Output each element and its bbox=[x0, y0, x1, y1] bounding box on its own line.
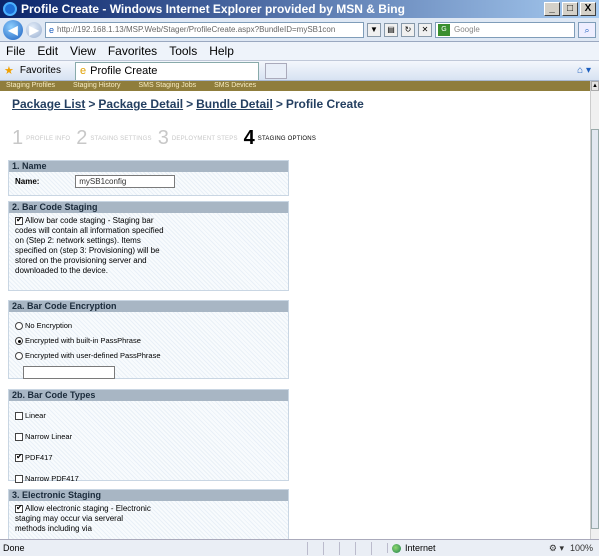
narrow-pdf417-label: Narrow PDF417 bbox=[25, 474, 79, 484]
compatibility-view-icon[interactable]: ▤ bbox=[384, 22, 398, 37]
window-title-bar: Profile Create - Windows Internet Explor… bbox=[0, 0, 599, 18]
user-passphrase-radio[interactable] bbox=[15, 352, 23, 361]
zone-label: Internet bbox=[405, 543, 436, 553]
menu-bar: File Edit View Favorites Tools Help bbox=[0, 42, 599, 61]
section-barcode-encryption: 2a. Bar Code Encryption No Encryption En… bbox=[8, 300, 289, 380]
section-heading: 3. Electronic Staging bbox=[9, 490, 288, 501]
allow-barcode-staging-label: Allow bar code staging - Staging bar cod… bbox=[15, 216, 164, 275]
dropdown-arrow-icon[interactable]: ▼ bbox=[367, 22, 381, 37]
menu-file[interactable]: File bbox=[6, 44, 25, 58]
name-label: Name: bbox=[15, 176, 40, 186]
section-heading: 2a. Bar Code Encryption bbox=[9, 301, 288, 312]
wizard-steps: 1 PROFILE INFO 2 STAGING SETTINGS 3 DEPL… bbox=[12, 127, 316, 150]
url-field[interactable]: e http://192.168.1.13/MSP.Web/Stager/Pro… bbox=[45, 21, 364, 38]
linear-checkbox[interactable] bbox=[15, 412, 23, 421]
section-barcode-staging: 2. Bar Code Staging Allow bar code stagi… bbox=[8, 201, 289, 291]
pdf417-checkbox[interactable] bbox=[15, 452, 23, 463]
step-staging-settings[interactable]: 2 STAGING SETTINGS bbox=[76, 127, 152, 150]
nav-staging-history[interactable]: Staging History bbox=[73, 81, 120, 91]
no-encryption-radio[interactable] bbox=[15, 322, 23, 331]
section-electronic-staging: 3. Electronic Staging Allow electronic s… bbox=[8, 489, 289, 539]
tab-title: Profile Create bbox=[90, 65, 158, 77]
page-tab-icon: e bbox=[80, 65, 87, 77]
internet-explorer-icon bbox=[3, 2, 17, 16]
refresh-icon[interactable]: ↻ bbox=[401, 22, 415, 37]
favorites-bar: ★ Favorites e Profile Create ⌂ ▾ bbox=[0, 61, 599, 81]
section-name: 1. Name Name: mySB1config bbox=[8, 160, 289, 196]
address-bar: ◀ ▶ e http://192.168.1.13/MSP.Web/Stager… bbox=[0, 18, 599, 42]
linear-label: Linear bbox=[25, 411, 46, 420]
menu-view[interactable]: View bbox=[70, 44, 96, 58]
breadcrumb-separator: > bbox=[275, 97, 283, 111]
url-text: http://192.168.1.13/MSP.Web/Stager/Profi… bbox=[57, 25, 336, 34]
favorites-button[interactable]: Favorites bbox=[20, 65, 61, 76]
narrow-pdf417-checkbox[interactable] bbox=[15, 475, 23, 484]
section-heading: 2. Bar Code Staging bbox=[9, 202, 288, 213]
step-staging-options[interactable]: 4 STAGING OPTIONS bbox=[244, 127, 316, 150]
status-bar: Done Internet ⚙ ▾ 100% bbox=[0, 539, 599, 556]
close-button[interactable]: X bbox=[580, 2, 596, 16]
no-encryption-label: No Encryption bbox=[25, 321, 73, 330]
builtin-passphrase-label: Encrypted with built-in PassPhrase bbox=[25, 336, 141, 346]
menu-tools[interactable]: Tools bbox=[169, 44, 197, 58]
back-arrow-icon[interactable]: ◀ bbox=[3, 19, 23, 40]
minimize-button[interactable]: _ bbox=[544, 2, 560, 16]
name-field[interactable]: mySB1config bbox=[75, 175, 176, 188]
protected-mode-icon[interactable]: ⚙ ▾ bbox=[549, 543, 564, 554]
builtin-passphrase-radio[interactable] bbox=[15, 337, 23, 346]
maximize-button[interactable]: □ bbox=[562, 2, 578, 16]
stop-icon[interactable]: ✕ bbox=[418, 22, 432, 37]
pdf417-label: PDF417 bbox=[25, 453, 53, 463]
section-heading: 2b. Bar Code Types bbox=[9, 390, 288, 401]
scroll-up-icon[interactable]: ▲ bbox=[591, 81, 599, 91]
section-heading: 1. Name bbox=[9, 161, 288, 172]
page-icon: e bbox=[49, 24, 55, 35]
narrow-linear-label: Narrow Linear bbox=[25, 432, 73, 442]
nav-sms-staging-jobs[interactable]: SMS Staging Jobs bbox=[139, 81, 197, 91]
section-barcode-types: 2b. Bar Code Types Linear Narrow Linear … bbox=[8, 389, 289, 484]
breadcrumb-bundle-detail[interactable]: Bundle Detail bbox=[196, 97, 273, 111]
scrollbar-thumb[interactable] bbox=[591, 129, 599, 529]
favorites-star-icon[interactable]: ★ bbox=[4, 64, 14, 77]
breadcrumb-separator: > bbox=[88, 97, 96, 111]
new-tab-button[interactable] bbox=[265, 62, 287, 79]
search-provider-icon: G bbox=[438, 23, 450, 36]
allow-electronic-staging-label: Allow electronic staging - Electronic st… bbox=[15, 504, 151, 533]
search-input[interactable]: G Google bbox=[435, 21, 575, 38]
app-nav-strip: Staging Profiles Staging History SMS Sta… bbox=[0, 81, 590, 91]
tab-profile-create[interactable]: e Profile Create bbox=[75, 61, 259, 80]
nav-staging-profiles[interactable]: Staging Profiles bbox=[6, 81, 55, 91]
passphrase-field[interactable] bbox=[23, 366, 115, 380]
search-icon[interactable]: ⌕ bbox=[578, 21, 596, 38]
breadcrumb-package-detail[interactable]: Package Detail bbox=[98, 97, 183, 111]
zoom-level[interactable]: 100% bbox=[570, 543, 593, 554]
globe-icon bbox=[392, 543, 401, 553]
forward-arrow-icon[interactable]: ▶ bbox=[26, 21, 42, 38]
breadcrumb-package-list[interactable]: Package List bbox=[12, 97, 85, 111]
breadcrumb-separator: > bbox=[186, 97, 194, 111]
window-title: Profile Create - Windows Internet Explor… bbox=[21, 2, 405, 16]
user-passphrase-label: Encrypted with user-defined PassPhrase bbox=[25, 351, 161, 361]
allow-barcode-staging-checkbox[interactable] bbox=[15, 215, 23, 225]
vertical-scrollbar[interactable]: ▲ bbox=[590, 81, 599, 539]
page-content: Package List > Package Detail > Bundle Detai… bbox=[0, 91, 590, 539]
breadcrumb-current: Profile Create bbox=[285, 97, 364, 111]
status-text: Done bbox=[3, 543, 25, 553]
search-placeholder: Google bbox=[454, 24, 480, 34]
security-zone[interactable]: Internet bbox=[387, 543, 497, 553]
menu-edit[interactable]: Edit bbox=[37, 44, 58, 58]
step-deployment-steps[interactable]: 3 DEPLOYMENT STEPS bbox=[158, 127, 238, 150]
step-profile-info[interactable]: 1 PROFILE INFO bbox=[12, 127, 70, 150]
breadcrumb: Package List > Package Detail > Bundle Detai… bbox=[12, 97, 364, 111]
menu-help[interactable]: Help bbox=[209, 44, 234, 58]
menu-favorites[interactable]: Favorites bbox=[108, 44, 157, 58]
home-icon[interactable]: ⌂ ▾ bbox=[577, 65, 591, 76]
nav-sms-devices[interactable]: SMS Devices bbox=[214, 81, 256, 91]
narrow-linear-checkbox[interactable] bbox=[15, 433, 23, 442]
allow-electronic-staging-checkbox[interactable] bbox=[15, 503, 23, 513]
